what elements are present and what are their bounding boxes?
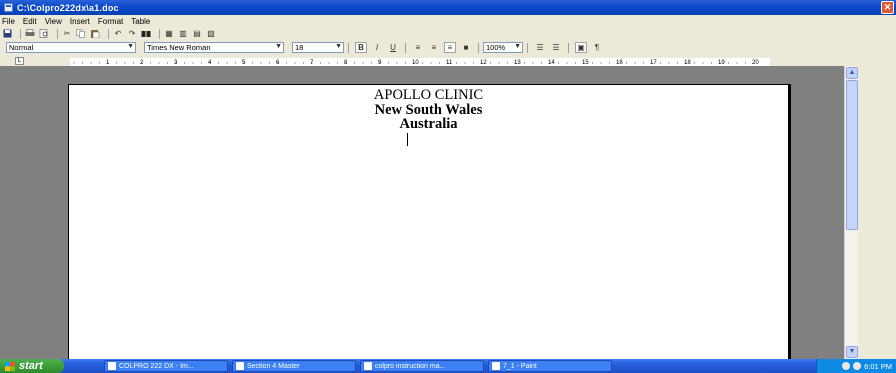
border-icon[interactable]: ▣ [575, 42, 587, 53]
toolbar-separator [159, 28, 160, 39]
taskbar-item-label: 7_1 - Paint [503, 362, 537, 370]
redo-icon[interactable]: ↷ [127, 29, 137, 38]
menu-insert[interactable]: Insert [70, 17, 90, 26]
title-bar: C:\Colpro222dx\a1.doc ✕ [0, 0, 896, 15]
paste-icon[interactable] [90, 29, 100, 38]
chevron-down-icon: ▼ [127, 43, 134, 50]
numbered-list-icon[interactable]: ☰ [534, 42, 546, 53]
menu-edit[interactable]: Edit [23, 17, 37, 26]
folder-icon [236, 362, 244, 370]
taskbar-item-label: Section 4 Master [247, 362, 300, 370]
toolbar-separator [108, 28, 109, 39]
font-value: Times New Roman [147, 43, 211, 52]
menu-bar: File Edit View Insert Format Table [0, 15, 896, 27]
toolbar-separator [348, 42, 349, 53]
style-value: Normal [9, 43, 34, 52]
toolbar-separator [57, 28, 58, 39]
italic-button[interactable]: I [371, 42, 383, 53]
taskbar-item-label: COLPRO 222 DX - Im... [119, 362, 194, 370]
toolbar-separator [527, 42, 528, 53]
window-title: C:\Colpro222dx\a1.doc [17, 2, 119, 13]
scroll-down-button[interactable]: ▼ [846, 346, 858, 358]
word-icon [364, 362, 372, 370]
toolbar-separator [405, 42, 406, 53]
chevron-down-icon: ▼ [275, 43, 282, 50]
tab-selector[interactable]: L [15, 56, 24, 65]
text-cursor [407, 133, 408, 146]
horizontal-ruler[interactable]: 1 2 3 4 5 6 7 8 9 10 11 12 13 14 15 16 17 18 19 20 [70, 58, 770, 66]
taskbar-item[interactable]: 7_1 - Paint [488, 360, 612, 372]
taskbar-item-label: colpro instruction ma... [375, 362, 446, 370]
start-button[interactable]: start [0, 359, 64, 373]
font-size-dropdown[interactable]: 18 ▼ [292, 42, 344, 53]
print-icon[interactable] [25, 29, 35, 38]
taskbar-item[interactable]: COLPRO 222 DX - Im... [104, 360, 228, 372]
vertical-scrollbar[interactable]: ▲ ▼ [844, 66, 858, 359]
system-tray: 6:01 PM [816, 359, 896, 373]
scrollbar-thumb[interactable] [846, 80, 858, 230]
paint-icon [492, 362, 500, 370]
font-dropdown[interactable]: Times New Roman ▼ [144, 42, 284, 53]
align-center-icon[interactable]: ≡ [444, 42, 456, 53]
cut-icon[interactable]: ✂ [62, 29, 72, 38]
underline-button[interactable]: U [387, 42, 399, 53]
standard-toolbar: ✂ ↶ ↷ ▦ ▥ ▤ ▧ [0, 27, 896, 40]
document-line[interactable]: Australia [69, 116, 788, 133]
menu-table[interactable]: Table [131, 17, 150, 26]
taskbar-item[interactable]: colpro instruction ma... [360, 360, 484, 372]
undo-icon[interactable]: ↶ [113, 29, 123, 38]
clock[interactable]: 6:01 PM [864, 362, 892, 371]
style-dropdown[interactable]: Normal ▼ [6, 42, 136, 53]
align-right-icon[interactable]: ≡ [428, 42, 440, 53]
chevron-down-icon: ▼ [514, 43, 521, 50]
toolbar-separator [20, 28, 21, 39]
menu-file[interactable]: File [2, 17, 15, 26]
chevron-down-icon: ▼ [335, 43, 342, 50]
close-button[interactable]: ✕ [881, 1, 894, 14]
app-icon [108, 362, 116, 370]
network-icon[interactable] [842, 362, 851, 370]
windows-logo-icon [5, 361, 15, 371]
zoom-dropdown[interactable]: 100% ▼ [483, 42, 523, 53]
align-left-icon[interactable]: ≡ [412, 42, 424, 53]
save-icon[interactable] [2, 29, 12, 38]
font-size-value: 18 [295, 43, 304, 52]
menu-format[interactable]: Format [98, 17, 123, 26]
table-icon[interactable]: ▦ [164, 29, 174, 38]
document-page[interactable]: APOLLO CLINIC New South Wales Australia [68, 84, 789, 362]
window-edge [858, 66, 896, 359]
scroll-up-button[interactable]: ▲ [846, 67, 858, 79]
copy-icon[interactable] [76, 29, 86, 38]
zoom-value: 100% [486, 43, 506, 52]
menu-view[interactable]: View [45, 17, 62, 26]
show-formatting-button[interactable]: ¶ [591, 42, 603, 53]
taskbar: start COLPRO 222 DX - Im... Section 4 Ma… [0, 359, 896, 373]
bullet-list-icon[interactable]: ☰ [550, 42, 562, 53]
insert-table-icon[interactable]: ▤ [192, 29, 202, 38]
columns-icon[interactable]: ▥ [178, 29, 188, 38]
formatting-toolbar: Normal ▼ Times New Roman ▼ 18 ▼ B I U ≡ … [0, 40, 896, 55]
bold-button[interactable]: B [355, 42, 367, 53]
find-icon[interactable] [141, 29, 151, 38]
app-icon[interactable] [4, 3, 13, 12]
volume-icon[interactable] [853, 362, 862, 370]
toolbar-separator [568, 42, 569, 53]
taskbar-item[interactable]: Section 4 Master [232, 360, 356, 372]
start-label: start [19, 360, 43, 372]
print-preview-icon[interactable] [39, 29, 49, 38]
toolbar-separator [478, 42, 479, 53]
spelling-icon[interactable]: ▧ [206, 29, 216, 38]
justify-icon[interactable]: ■ [460, 42, 472, 53]
